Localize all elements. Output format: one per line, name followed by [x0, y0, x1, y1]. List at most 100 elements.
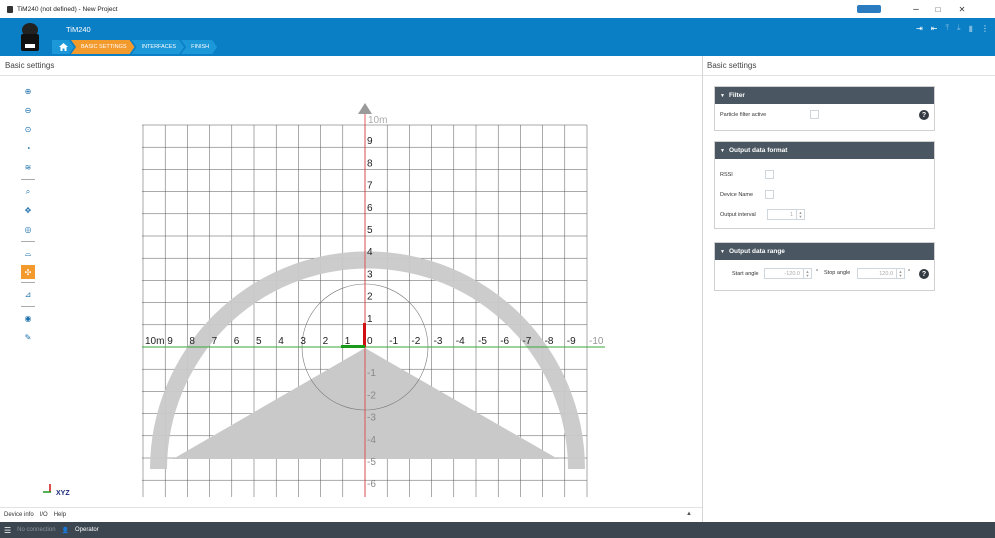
x-tick-label: 8: [189, 336, 195, 347]
help-icon[interactable]: ?: [919, 269, 929, 279]
crumb-interfaces[interactable]: INTERFACES: [132, 40, 185, 54]
login-icon[interactable]: ⇥: [916, 24, 923, 33]
x-tick-label: 2: [323, 336, 329, 347]
logout-icon[interactable]: ⇤: [931, 24, 938, 33]
crumb-finish[interactable]: FINISH: [181, 40, 217, 54]
close-button[interactable]: ✕: [951, 2, 973, 16]
zoom-out-icon[interactable]: ⊖: [18, 101, 38, 120]
search-icon[interactable]: ⌕: [18, 182, 38, 201]
breadcrumb: BASIC SETTINGS INTERFACES FINISH: [52, 40, 214, 54]
y-tick-label: 6: [367, 203, 373, 214]
x-tick-label: -5: [478, 336, 487, 347]
left-panel-title: Basic settings: [5, 61, 55, 70]
toolbar-separator: [21, 282, 35, 283]
particle-filter-row: Particle filter active ?: [715, 104, 934, 126]
pan-icon[interactable]: ✥: [18, 201, 38, 220]
y-tick-label: 8: [367, 158, 373, 169]
save-icon[interactable]: ▮: [969, 24, 973, 33]
device-name-label: Device Name: [720, 192, 754, 198]
output-range-card: ▼ Output data range Start angle -120.0 ▲…: [714, 242, 935, 291]
particle-filter-label: Particle filter active: [720, 112, 767, 118]
y-tick-label: 2: [367, 292, 373, 303]
crumb-basic-settings[interactable]: BASIC SETTINGS: [71, 40, 135, 54]
particle-filter-checkbox[interactable]: [810, 110, 819, 119]
eye-icon[interactable]: ◉: [18, 309, 38, 328]
status-bar: ☰ No connection 👤 Operator: [0, 522, 995, 538]
chevron-up-icon[interactable]: ▲: [686, 511, 692, 517]
start-angle-stepper[interactable]: -120.0 ▲ ▼: [764, 268, 812, 279]
more-icon[interactable]: ⋮: [981, 24, 989, 33]
x-tick-label: -6: [500, 336, 509, 347]
stepper-arrows-icon[interactable]: ▲ ▼: [796, 210, 804, 219]
collapse-icon: ▼: [720, 248, 725, 255]
x-tick-label: -2: [411, 336, 420, 347]
rssi-label: RSSI: [720, 172, 733, 178]
filter-card: ▼ Filter Particle filter active ?: [714, 86, 935, 131]
y-tick-label: -6: [367, 479, 376, 490]
stop-angle-label: Stop angle: [824, 270, 851, 276]
x-tick-label: -10: [589, 336, 604, 347]
output-interval-label: Output interval: [720, 212, 756, 218]
home-icon: [59, 43, 68, 51]
measure-icon[interactable]: ◎: [18, 220, 38, 239]
upload-icon[interactable]: ⤒: [946, 23, 950, 33]
x-tick-label: -1: [389, 336, 398, 347]
x-tick-label: 1: [345, 336, 351, 347]
connection-status: No connection: [17, 527, 56, 533]
dead-zone: [173, 348, 558, 459]
toolbar-separator: [21, 306, 35, 307]
scan-viewer[interactable]: 987654321-1-2-3-4-5-6-7 10m9876543210-1-…: [110, 95, 620, 497]
origin-marker-y: [363, 323, 366, 347]
output-interval-row: Output interval 1 ▲ ▼: [715, 205, 934, 225]
download-icon[interactable]: ⤓: [957, 23, 961, 33]
output-interval-stepper[interactable]: 1 ▲ ▼: [767, 209, 805, 220]
x-tick-label: 6: [234, 336, 240, 347]
point-icon[interactable]: ✣: [21, 265, 35, 279]
x-tick-label: 0: [367, 336, 373, 347]
stepper-arrows-icon[interactable]: ▲ ▼: [896, 269, 904, 278]
rotate-icon[interactable]: ◔: [18, 139, 38, 158]
tab-help[interactable]: Help: [54, 512, 66, 518]
divider: [703, 75, 995, 76]
y-tick-label: 3: [367, 269, 373, 280]
minimize-button[interactable]: –: [905, 2, 927, 16]
device-name-checkbox[interactable]: [765, 190, 774, 199]
panel-splitter[interactable]: [702, 56, 703, 522]
tab-io[interactable]: I/O: [40, 512, 48, 518]
user-role[interactable]: Operator: [75, 527, 99, 533]
x-tick-label: -8: [545, 336, 554, 347]
x-tick-label: -7: [522, 336, 531, 347]
divider: [0, 75, 702, 76]
y-tick-label: 9: [367, 136, 373, 147]
right-panel-title: Basic settings: [707, 61, 757, 70]
zoom-fit-icon[interactable]: ⊙: [18, 120, 38, 139]
filter-header[interactable]: ▼ Filter: [715, 87, 934, 104]
output-range-header[interactable]: ▼ Output data range: [715, 243, 934, 260]
tab-device-info[interactable]: Device info: [4, 512, 34, 518]
title-bar: TiM240 (not defined) - New Project – □ ✕: [0, 0, 995, 18]
x-tick-label: 3: [300, 336, 306, 347]
x-tick-label: -3: [434, 336, 443, 347]
y-tick-label: 7: [367, 181, 373, 192]
start-angle-unit: °: [816, 269, 819, 275]
collapse-icon: ▼: [720, 92, 725, 99]
home-crumb[interactable]: [52, 40, 74, 54]
menu-icon[interactable]: ☰: [4, 526, 11, 535]
layers-icon[interactable]: ≋: [18, 158, 38, 177]
zoom-in-icon[interactable]: ⊕: [18, 82, 38, 101]
rssi-checkbox[interactable]: [765, 170, 774, 179]
pin-icon[interactable]: ✎: [18, 328, 38, 347]
help-icon[interactable]: ?: [919, 110, 929, 120]
x-tick-label: -4: [456, 336, 465, 347]
app-icon: [5, 5, 14, 14]
stop-angle-stepper[interactable]: 120.0 ▲ ▼: [857, 268, 905, 279]
stepper-arrows-icon[interactable]: ▲ ▼: [803, 269, 811, 278]
north-arrow: [358, 103, 372, 114]
maximize-button[interactable]: □: [927, 2, 949, 16]
output-format-header[interactable]: ▼ Output data format: [715, 142, 934, 159]
header-toolbar: ⇥ ⇤ ⤒ ⤓ ▮ ⋮: [916, 23, 989, 33]
stop-angle-unit: °: [908, 269, 911, 275]
line-icon[interactable]: ⊿: [18, 285, 38, 304]
field-edit-icon[interactable]: ⌓: [18, 244, 38, 263]
output-format-card: ▼ Output data format RSSI Device Name Ou…: [714, 141, 935, 229]
